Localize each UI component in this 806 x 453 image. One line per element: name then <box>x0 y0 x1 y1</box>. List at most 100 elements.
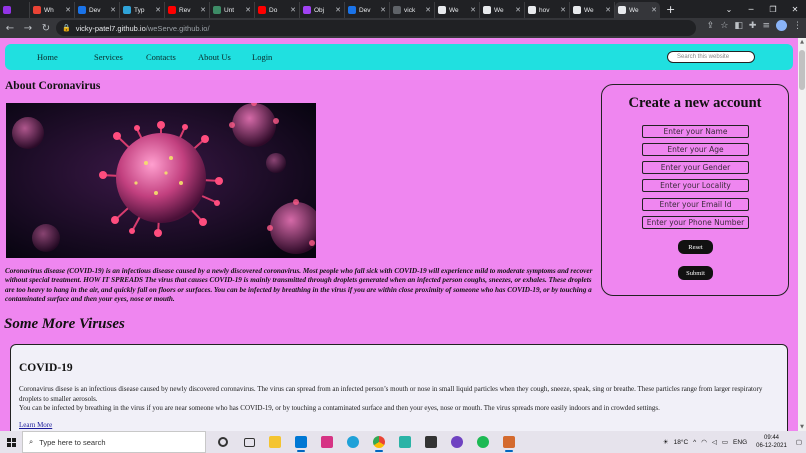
browser-tab[interactable]: Obj ✕ <box>300 2 345 18</box>
tab-close-icon[interactable]: ✕ <box>245 6 251 14</box>
volume-icon[interactable]: ◁ <box>712 438 717 446</box>
whatsapp-icon[interactable] <box>496 431 522 453</box>
tab-favicon-icon <box>213 6 221 14</box>
cortana-icon[interactable] <box>210 431 236 453</box>
locality-field[interactable] <box>642 179 749 192</box>
browser-tab[interactable]: Typ ✕ <box>120 2 165 18</box>
tab-favicon-icon <box>78 6 86 14</box>
browser-tab[interactable]: We ✕ <box>480 2 525 18</box>
nav-link-contacts[interactable]: Contacts <box>146 52 198 62</box>
browser-tab[interactable]: We ✕ <box>570 2 615 18</box>
page-scrollbar[interactable]: ▲ ▼ <box>798 38 806 431</box>
spotify-icon[interactable] <box>470 431 496 453</box>
back-icon[interactable]: ← <box>2 23 18 34</box>
tab-close-icon[interactable]: ✕ <box>560 6 566 14</box>
browser-tab[interactable] <box>0 2 30 18</box>
tab-close-icon[interactable]: ✕ <box>110 6 116 14</box>
weather-temp[interactable]: 18°C <box>674 439 689 446</box>
minimize-icon[interactable]: ─ <box>740 5 762 14</box>
nav-link-home[interactable]: Home <box>37 52 94 62</box>
virus-card: COVID-19 Coronavirus disese is an infect… <box>10 344 788 431</box>
file-explorer-icon[interactable] <box>262 431 288 453</box>
lock-icon[interactable]: 🔒 <box>62 24 71 32</box>
browser-tab[interactable]: We ✕ <box>435 2 480 18</box>
browser-tab[interactable]: Dev ✕ <box>345 2 390 18</box>
scroll-down-icon[interactable]: ▼ <box>798 424 806 430</box>
tab-close-icon[interactable]: ✕ <box>200 6 206 14</box>
task-view-icon[interactable] <box>236 431 262 453</box>
browser-tab[interactable]: Do ✕ <box>255 2 300 18</box>
browser-tab[interactable]: Rev ✕ <box>165 2 210 18</box>
weather-icon[interactable]: ☀ <box>663 438 669 446</box>
nav-link-about-us[interactable]: About Us <box>198 52 252 62</box>
gender-field[interactable] <box>642 161 749 174</box>
nav-link-services[interactable]: Services <box>94 52 146 62</box>
puzzle-icon[interactable]: ✚ <box>749 21 757 31</box>
browser-tab[interactable]: vick ✕ <box>390 2 435 18</box>
taskbar-search-placeholder: Type here to search <box>39 437 106 447</box>
language-indicator[interactable]: ENG <box>733 439 747 446</box>
tab-favicon-icon <box>438 6 446 14</box>
menu-dots-icon[interactable]: ⋮ <box>793 21 802 31</box>
extension-icon[interactable]: ◧ <box>734 21 743 31</box>
tab-favicon-icon <box>483 6 491 14</box>
github-desktop-icon[interactable] <box>444 431 470 453</box>
tab-close-icon[interactable]: ✕ <box>515 6 521 14</box>
submit-button[interactable]: Submit <box>678 266 713 280</box>
learn-more-link[interactable]: Learn More <box>19 421 52 429</box>
tray-chevron-icon[interactable]: ^ <box>693 439 696 446</box>
taskbar-search[interactable]: ⌕ Type here to search <box>22 431 206 453</box>
profile-avatar[interactable] <box>776 20 787 31</box>
tab-close-icon[interactable]: ✕ <box>335 6 341 14</box>
clock-time: 09:44 <box>763 435 779 441</box>
virus-card-line-1: Coronavirus disese is an infectious dise… <box>19 385 763 403</box>
tab-close-icon[interactable]: ✕ <box>470 6 476 14</box>
tab-close-icon[interactable]: ✕ <box>605 6 611 14</box>
browser-tab[interactable]: Dev ✕ <box>75 2 120 18</box>
virus-card-description: Coronavirus disese is an infectious dise… <box>19 385 783 414</box>
age-field[interactable] <box>642 143 749 156</box>
store-icon[interactable] <box>418 431 444 453</box>
phone-field[interactable] <box>642 216 749 229</box>
battery-icon[interactable]: ▭ <box>722 438 728 446</box>
browser-tab[interactable]: We ✕ <box>615 2 660 18</box>
lync-icon[interactable] <box>392 431 418 453</box>
tab-search-icon[interactable]: ⌄ <box>718 5 740 14</box>
tab-close-icon[interactable]: ✕ <box>380 6 386 14</box>
tab-title: Dev <box>89 6 101 14</box>
windows-start-icon[interactable] <box>0 431 22 453</box>
browser-tab[interactable]: Wh ✕ <box>30 2 75 18</box>
reload-icon[interactable]: ↻ <box>38 23 54 34</box>
reset-button[interactable]: Reset <box>678 240 713 254</box>
taskbar-clock[interactable]: 09:44 06-12-2021 <box>756 434 787 450</box>
intellij-icon[interactable] <box>314 431 340 453</box>
media-icon[interactable]: ≡ <box>762 21 770 31</box>
tab-close-icon[interactable]: ✕ <box>290 6 296 14</box>
notification-icon[interactable]: ▢ <box>796 438 802 446</box>
share-icon[interactable]: ⇪ <box>707 21 715 31</box>
name-field[interactable] <box>642 125 749 138</box>
tab-close-icon[interactable]: ✕ <box>155 6 161 14</box>
email-field[interactable] <box>642 198 749 211</box>
vscode-icon[interactable] <box>288 431 314 453</box>
tab-close-icon[interactable]: ✕ <box>65 6 71 14</box>
site-search-input[interactable]: Search this website <box>667 51 755 63</box>
tab-favicon-icon <box>573 6 581 14</box>
address-bar[interactable]: 🔒 vicky-patel7.github.io /weServe.github… <box>56 20 696 36</box>
about-description: Coronavirus disease (COVID-19) is an inf… <box>5 267 593 304</box>
nav-link-login[interactable]: Login <box>252 52 272 62</box>
tab-close-icon[interactable]: ✕ <box>425 6 431 14</box>
bookmark-star-icon[interactable]: ☆ <box>720 21 728 31</box>
maximize-icon[interactable]: ❐ <box>762 5 784 14</box>
new-tab-icon[interactable]: + <box>666 3 675 16</box>
scroll-up-icon[interactable]: ▲ <box>798 39 806 45</box>
wifi-icon[interactable]: ◠ <box>701 438 707 446</box>
edge-icon[interactable] <box>340 431 366 453</box>
close-window-icon[interactable]: ✕ <box>784 5 806 14</box>
scrollbar-thumb[interactable] <box>799 50 805 90</box>
tab-close-icon[interactable]: ✕ <box>651 6 657 14</box>
browser-tab[interactable]: hov ✕ <box>525 2 570 18</box>
chrome-icon[interactable] <box>366 431 392 453</box>
forward-icon[interactable]: → <box>20 23 36 34</box>
browser-tab[interactable]: Unt ✕ <box>210 2 255 18</box>
